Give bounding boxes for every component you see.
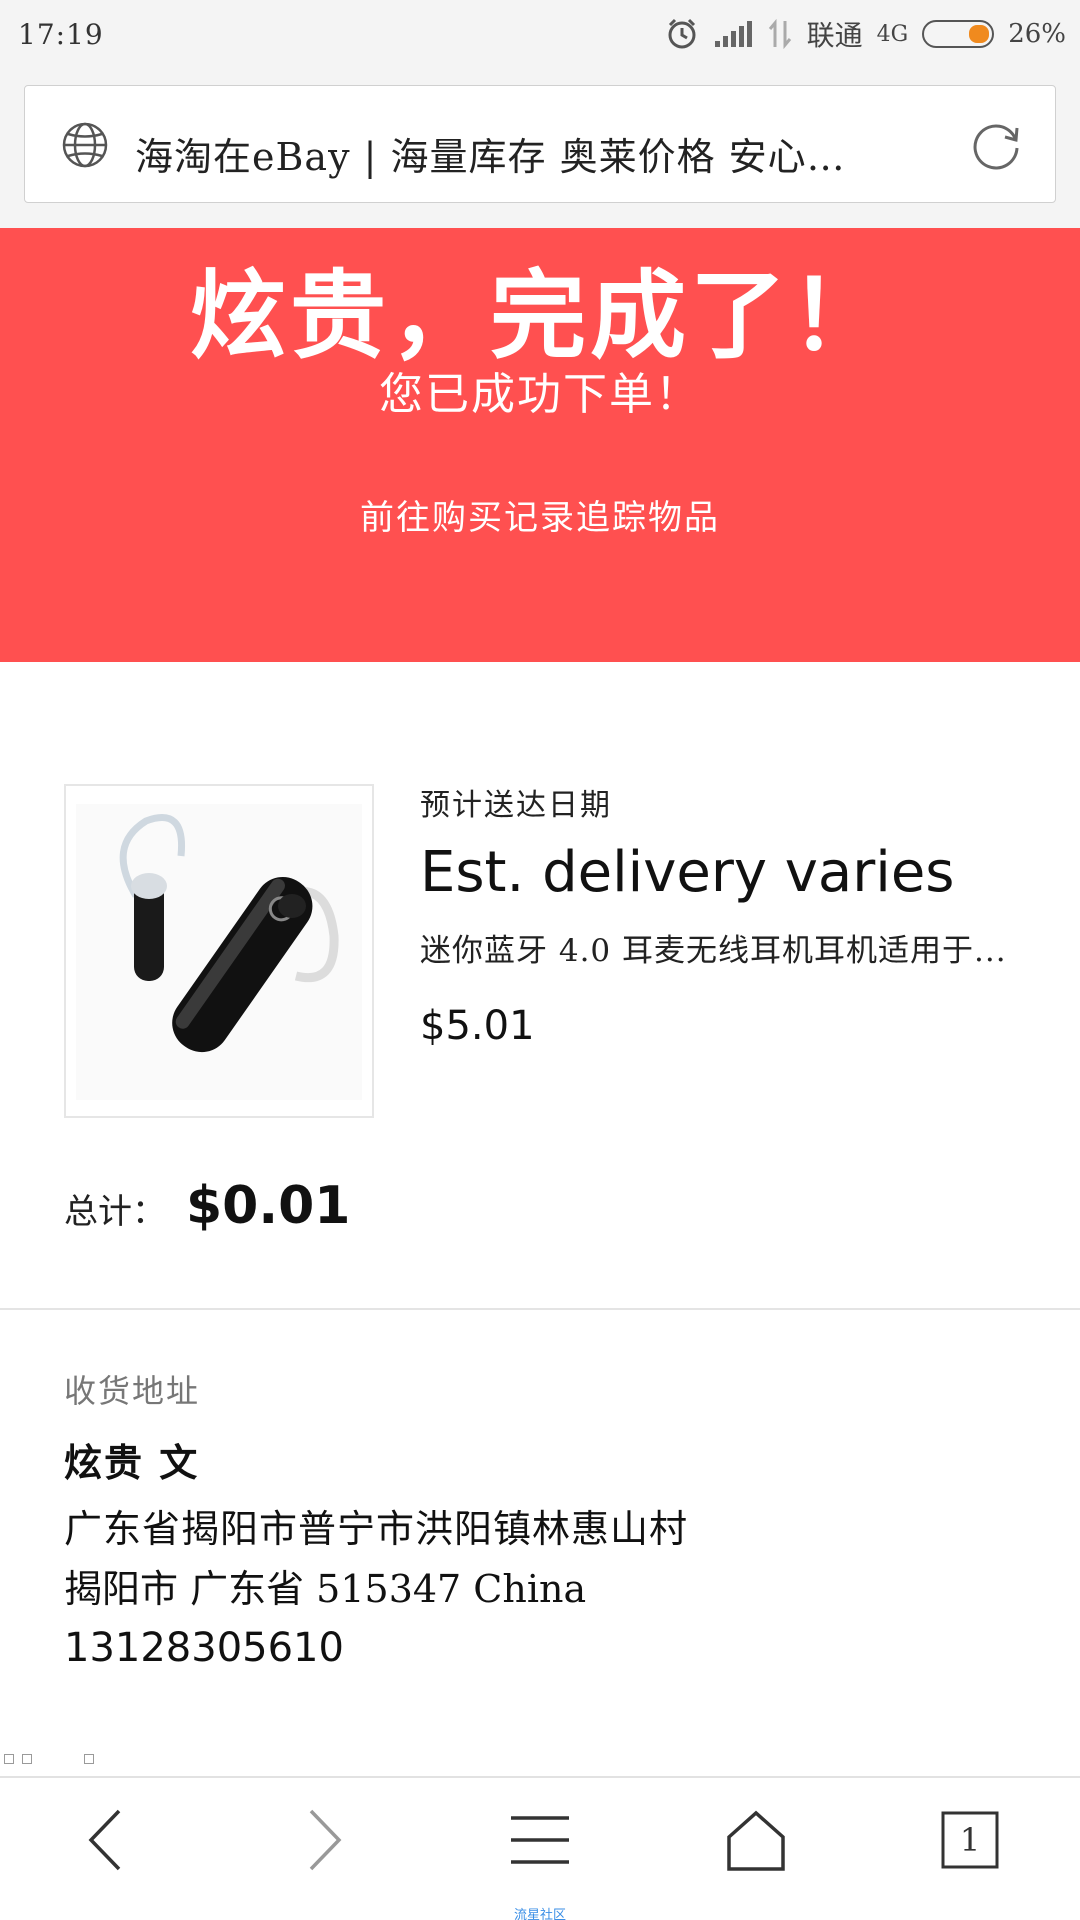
data-transfer-icon [768, 19, 791, 49]
item-title[interactable]: 迷你蓝牙 4.0 耳麦无线耳机耳机适用于... [420, 927, 1040, 975]
hero-title: 炫贵，完成了！ [190, 259, 890, 372]
tab-count: 1 [959, 1821, 981, 1859]
section-divider [0, 1308, 1080, 1310]
network-type: 4G [876, 21, 909, 47]
menu-icon [511, 1816, 569, 1864]
status-time: 17:19 [18, 18, 104, 51]
globe-icon [62, 122, 108, 168]
forward-button[interactable] [284, 1800, 364, 1880]
tabs-button[interactable]: 1 [930, 1800, 1010, 1880]
item-price: $5.01 [420, 1003, 535, 1049]
order-confirmation-banner: 炫贵，完成了！ 您已成功下单！ 前往购买记录追踪物品 [0, 228, 1080, 662]
address-section-title: 收货地址 [64, 1372, 201, 1410]
page-title-url[interactable]: 海淘在eBay | 海量库存 奥莱价格 安心… [135, 126, 935, 181]
total-label: 总计： [64, 1192, 166, 1232]
recipient-phone: 13128305610 [64, 1625, 344, 1671]
browser-bottom-nav: 1 流星社区 [0, 1776, 1080, 1920]
address-bar[interactable]: 海淘在eBay | 海量库存 奥莱价格 安心… [24, 85, 1056, 203]
recipient-name: 炫贵 文 [64, 1440, 200, 1485]
menu-button[interactable] [500, 1800, 580, 1880]
bluetooth-headset-icon [76, 804, 362, 1100]
refresh-icon[interactable] [967, 116, 1025, 174]
signal-icon [714, 21, 752, 47]
item-info: 预计送达日期 Est. delivery varies 迷你蓝牙 4.0 耳麦无… [420, 780, 1040, 1049]
address-line-1: 广东省揭阳市普宁市洪阳镇林惠山村 [64, 1507, 689, 1551]
carrier-label: 联通 [806, 19, 863, 52]
track-purchase-link[interactable]: 前往购买记录追踪物品 [0, 490, 1080, 539]
battery-percent: 26% [1008, 19, 1066, 49]
total-value: $0.01 [186, 1176, 351, 1236]
back-button[interactable] [66, 1800, 146, 1880]
order-total: 总计： $0.01 [64, 1176, 350, 1236]
forward-arrow-icon [309, 1809, 342, 1871]
home-button[interactable] [716, 1800, 796, 1880]
delivery-label: 预计送达日期 [420, 788, 612, 823]
home-icon [727, 1810, 785, 1871]
nav-caption: 流星社区 [513, 1908, 566, 1920]
item-image[interactable] [64, 784, 374, 1118]
page-indicator [4, 1754, 94, 1764]
status-bar: 17:19 联通 4G 26% [0, 0, 1080, 68]
back-arrow-icon [88, 1809, 121, 1871]
hero-subtitle: 您已成功下单！ [379, 369, 701, 420]
alarm-icon [668, 18, 696, 49]
address-line-2: 揭阳市 广东省 515347 China [64, 1567, 587, 1611]
browser-toolbar: 海淘在eBay | 海量库存 奥莱价格 安心… [0, 68, 1080, 228]
battery-icon [922, 20, 995, 48]
delivery-value: Est. delivery varies [420, 840, 955, 905]
shipping-address: 收货地址 炫贵 文 广东省揭阳市普宁市洪阳镇林惠山村 揭阳市 广东省 51534… [64, 1366, 1044, 1671]
status-icons: 联通 4G 26% [665, 10, 1066, 58]
